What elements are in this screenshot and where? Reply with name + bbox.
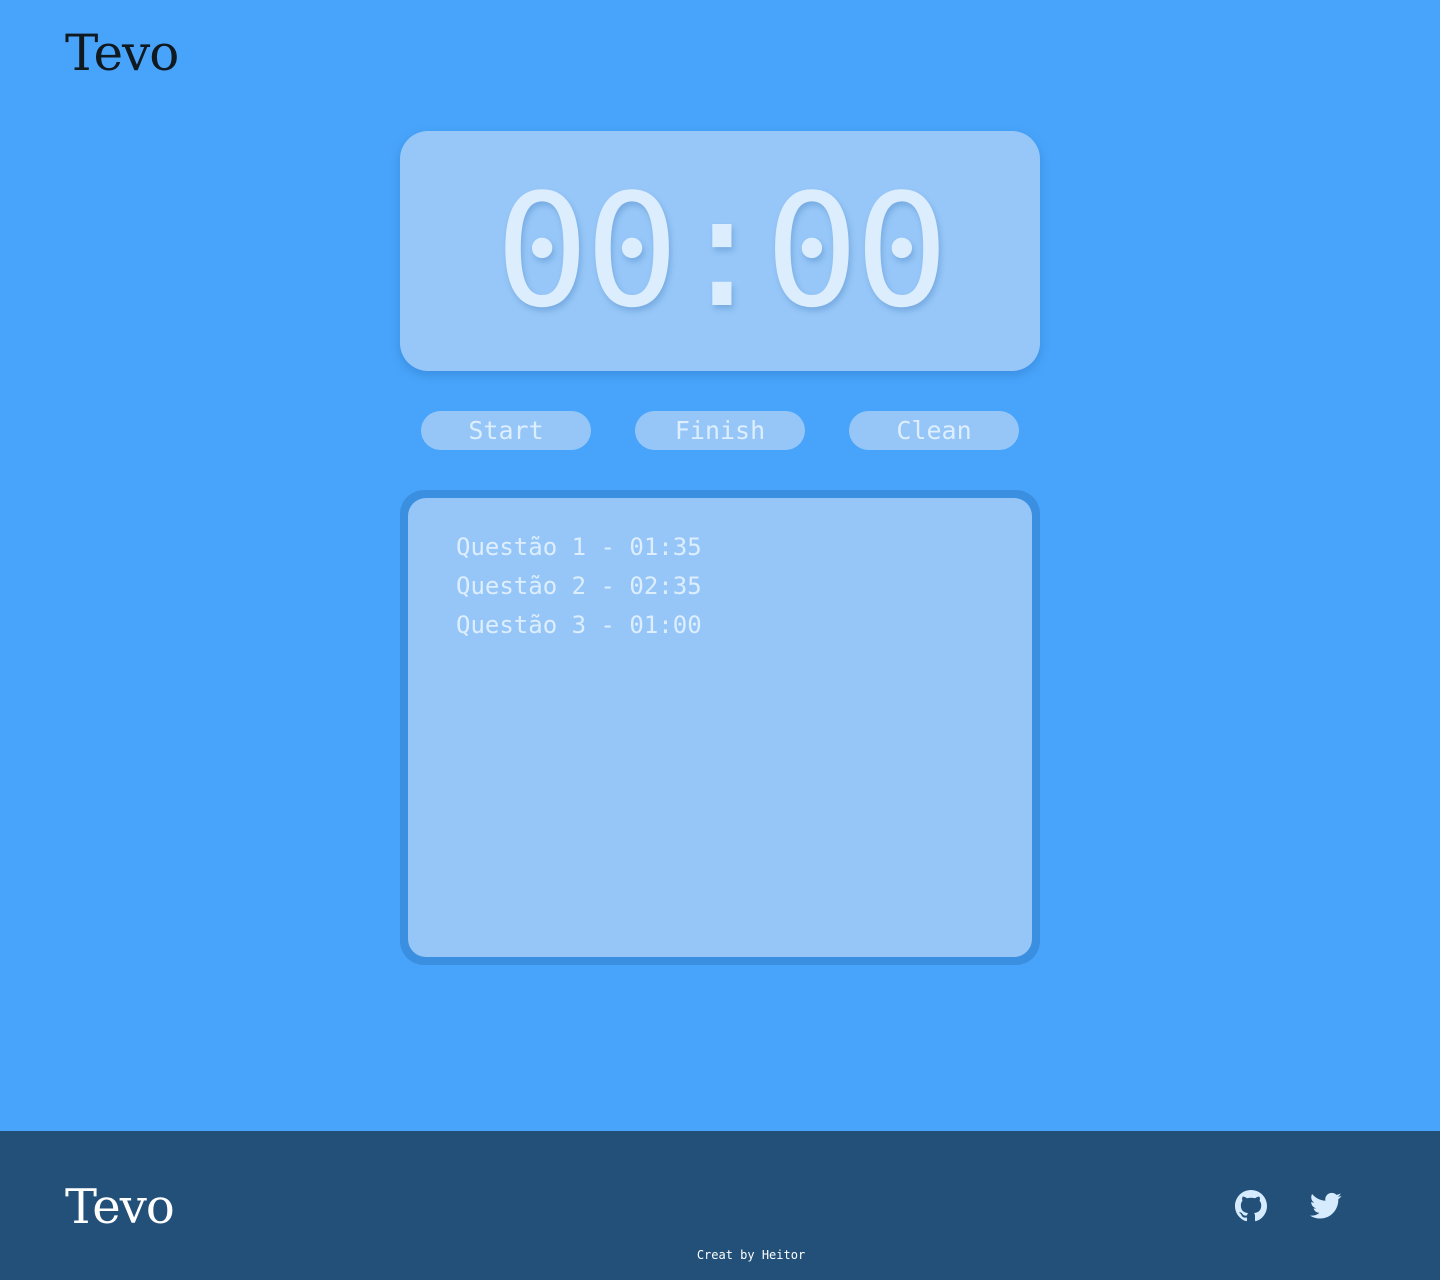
footer-credit: Creat by Heitor [696,1248,806,1262]
list-item: Questão 3 - 01:00 [456,611,702,639]
footer-logo: Tevo [65,1179,175,1235]
timer-display: 00:00 [495,160,949,342]
start-button[interactable]: Start [421,411,591,450]
clean-button[interactable]: Clean [849,411,1019,450]
footer: Tevo Creat by Heitor [0,1131,1440,1280]
list-item: Questão 2 - 02:35 [456,572,702,600]
twitter-icon[interactable] [1309,1189,1343,1223]
finish-button[interactable]: Finish [635,411,805,450]
laps-list: Questão 1 - 01:35 Questão 2 - 02:35 Ques… [408,498,1032,957]
timer-card: 00:00 [400,131,1040,371]
laps-panel: Questão 1 - 01:35 Questão 2 - 02:35 Ques… [400,490,1040,965]
list-item: Questão 1 - 01:35 [456,533,702,561]
app-logo: Tevo [65,24,179,82]
github-icon[interactable] [1234,1189,1268,1223]
